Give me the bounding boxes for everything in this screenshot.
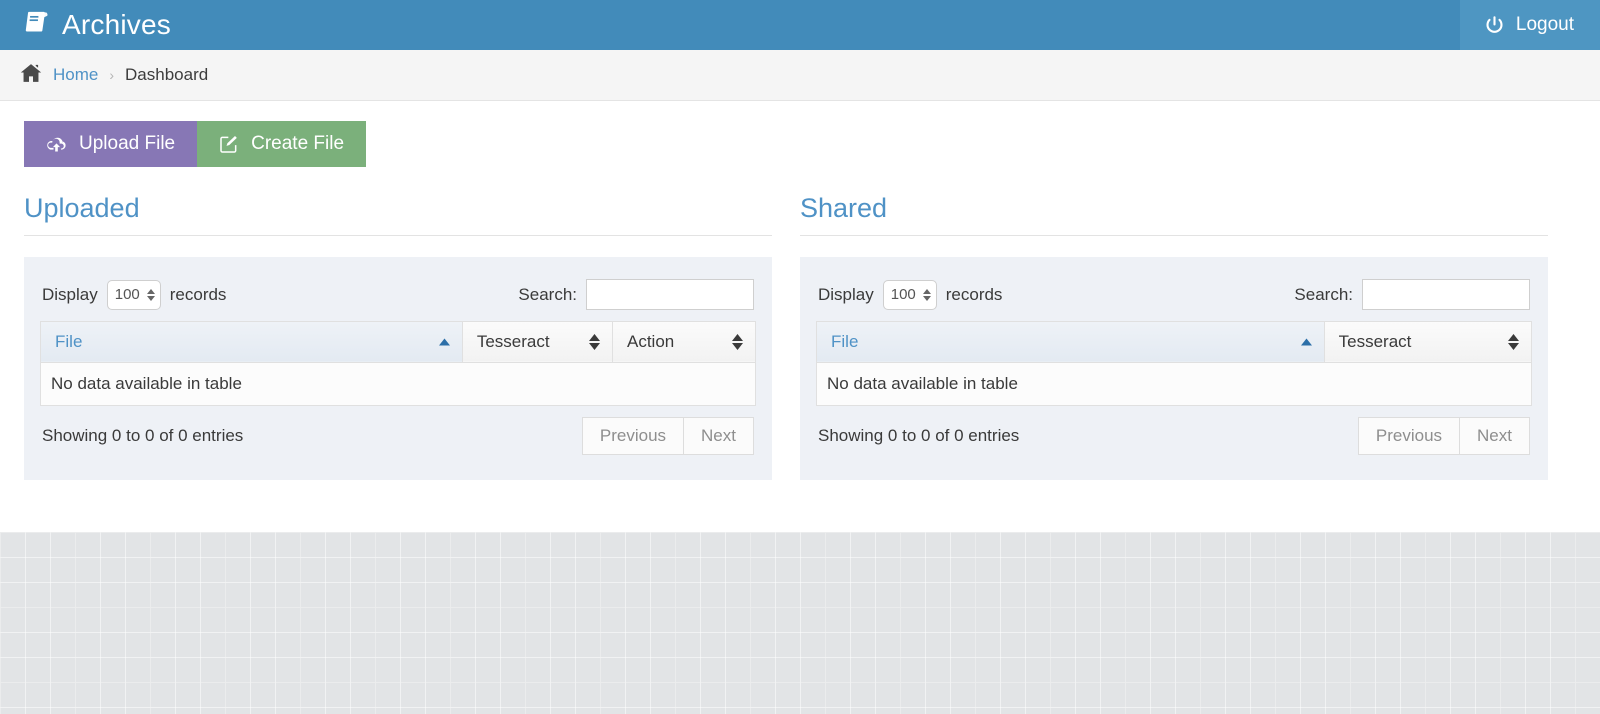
- upload-file-label: Upload File: [79, 133, 176, 154]
- uploaded-table-empty-row: No data available in table: [40, 361, 756, 406]
- uploaded-length-control: Display 100 records: [42, 279, 227, 310]
- breadcrumb-current: Dashboard: [125, 65, 209, 84]
- uploaded-filter-control: Search:: [518, 279, 754, 311]
- uploaded-records-label: records: [169, 284, 227, 304]
- shared-records-label: records: [945, 284, 1003, 304]
- breadcrumb: Home › Dashboard: [0, 50, 1600, 101]
- uploaded-search-label: Search:: [518, 284, 577, 304]
- create-file-label: Create File: [251, 133, 345, 154]
- shared-column-file[interactable]: File: [816, 320, 1325, 363]
- panel-uploaded-rule: [24, 234, 772, 236]
- uploaded-table-header-row: File Tesseract Action: [40, 320, 757, 363]
- shared-empty-message: No data available in table: [816, 361, 1532, 406]
- panel-shared-title: Shared: [800, 193, 888, 223]
- uploaded-table: File Tesseract Action No data available …: [40, 320, 757, 406]
- shared-display-label: Display: [818, 284, 874, 304]
- uploaded-page-length-select[interactable]: 100: [106, 279, 161, 310]
- panel-uploaded-title: Uploaded: [24, 193, 140, 223]
- sort-both-icon: [1508, 333, 1519, 350]
- shared-previous-button[interactable]: Previous: [1357, 416, 1461, 455]
- cloud-upload-icon: [46, 136, 67, 153]
- uploaded-search-input[interactable]: [586, 279, 754, 311]
- shared-next-button[interactable]: Next: [1460, 416, 1530, 455]
- shared-page-length-select[interactable]: 100: [882, 279, 937, 310]
- uploaded-column-action[interactable]: Action: [611, 320, 757, 363]
- sort-both-icon: [588, 333, 600, 350]
- shared-filter-control: Search:: [1294, 279, 1530, 311]
- uploaded-datatable-wrapper: Display 100 records Search: File Tessera…: [24, 256, 772, 480]
- action-button-row: Upload File Create File: [24, 121, 1576, 167]
- shared-column-tesseract[interactable]: Tesseract: [1323, 320, 1533, 363]
- shared-table-empty-row: No data available in table: [816, 361, 1532, 406]
- sort-ascending-icon: [438, 338, 450, 346]
- panel-shared: Shared Display 100 records Search: File …: [800, 193, 1548, 480]
- pencil-square-icon: [219, 134, 239, 154]
- shared-column-file-label: File: [831, 331, 859, 351]
- create-file-button[interactable]: Create File: [197, 121, 367, 167]
- shared-length-control: Display 100 records: [818, 279, 1003, 310]
- uploaded-column-file[interactable]: File: [40, 320, 463, 363]
- shared-datatable-controls: Display 100 records Search:: [816, 269, 1532, 321]
- uploaded-page-length-value: 100: [114, 286, 140, 304]
- uploaded-pagination: Previous Next: [581, 416, 754, 455]
- upload-file-button[interactable]: Upload File: [24, 121, 198, 167]
- logout-label: Logout: [1515, 14, 1574, 35]
- shared-datatable-footer: Showing 0 to 0 of 0 entries Previous Nex…: [816, 406, 1532, 466]
- breadcrumb-separator: ›: [109, 67, 115, 83]
- shared-datatable-wrapper: Display 100 records Search: File Tessera…: [800, 256, 1548, 480]
- panels-container: Uploaded Display 100 records Search: Fil…: [24, 193, 1576, 480]
- sort-both-icon: [732, 333, 743, 350]
- uploaded-column-action-label: Action: [626, 331, 675, 351]
- uploaded-previous-button[interactable]: Previous: [581, 416, 685, 455]
- app-title: Archives: [62, 9, 171, 40]
- footer-background: [0, 532, 1600, 714]
- home-icon[interactable]: [20, 63, 42, 88]
- shared-column-tesseract-label: Tesseract: [1338, 331, 1412, 351]
- uploaded-column-tesseract-label: Tesseract: [476, 331, 550, 351]
- power-icon: [1484, 15, 1505, 36]
- uploaded-column-tesseract[interactable]: Tesseract: [461, 320, 613, 363]
- panel-shared-rule: [800, 234, 1548, 236]
- shared-pagination: Previous Next: [1357, 416, 1530, 455]
- shared-entries-info: Showing 0 to 0 of 0 entries: [818, 425, 1020, 445]
- logout-button[interactable]: Logout: [1459, 0, 1600, 50]
- shared-page-length-value: 100: [890, 286, 916, 304]
- app-brand[interactable]: Archives: [0, 9, 171, 41]
- stepper-arrows-icon: [922, 288, 936, 301]
- uploaded-empty-message: No data available in table: [40, 361, 756, 406]
- uploaded-display-label: Display: [42, 284, 98, 304]
- panel-uploaded: Uploaded Display 100 records Search: Fil…: [24, 193, 772, 480]
- uploaded-column-file-label: File: [55, 331, 83, 351]
- shared-table: File Tesseract No data available in tabl…: [816, 320, 1533, 406]
- shared-search-label: Search:: [1294, 284, 1353, 304]
- main-content: Upload File Create File Uploaded Display: [0, 101, 1600, 532]
- uploaded-next-button[interactable]: Next: [684, 416, 754, 455]
- uploaded-datatable-controls: Display 100 records Search:: [40, 269, 756, 321]
- uploaded-entries-info: Showing 0 to 0 of 0 entries: [42, 425, 244, 445]
- book-archive-icon: [24, 9, 51, 41]
- top-navbar: Archives Logout: [0, 0, 1600, 50]
- shared-table-header-row: File Tesseract: [816, 320, 1533, 363]
- uploaded-datatable-footer: Showing 0 to 0 of 0 entries Previous Nex…: [40, 406, 756, 466]
- shared-search-input[interactable]: [1362, 279, 1530, 311]
- breadcrumb-home-link[interactable]: Home: [53, 65, 98, 85]
- sort-ascending-icon: [1300, 338, 1312, 346]
- stepper-arrows-icon: [146, 288, 160, 301]
